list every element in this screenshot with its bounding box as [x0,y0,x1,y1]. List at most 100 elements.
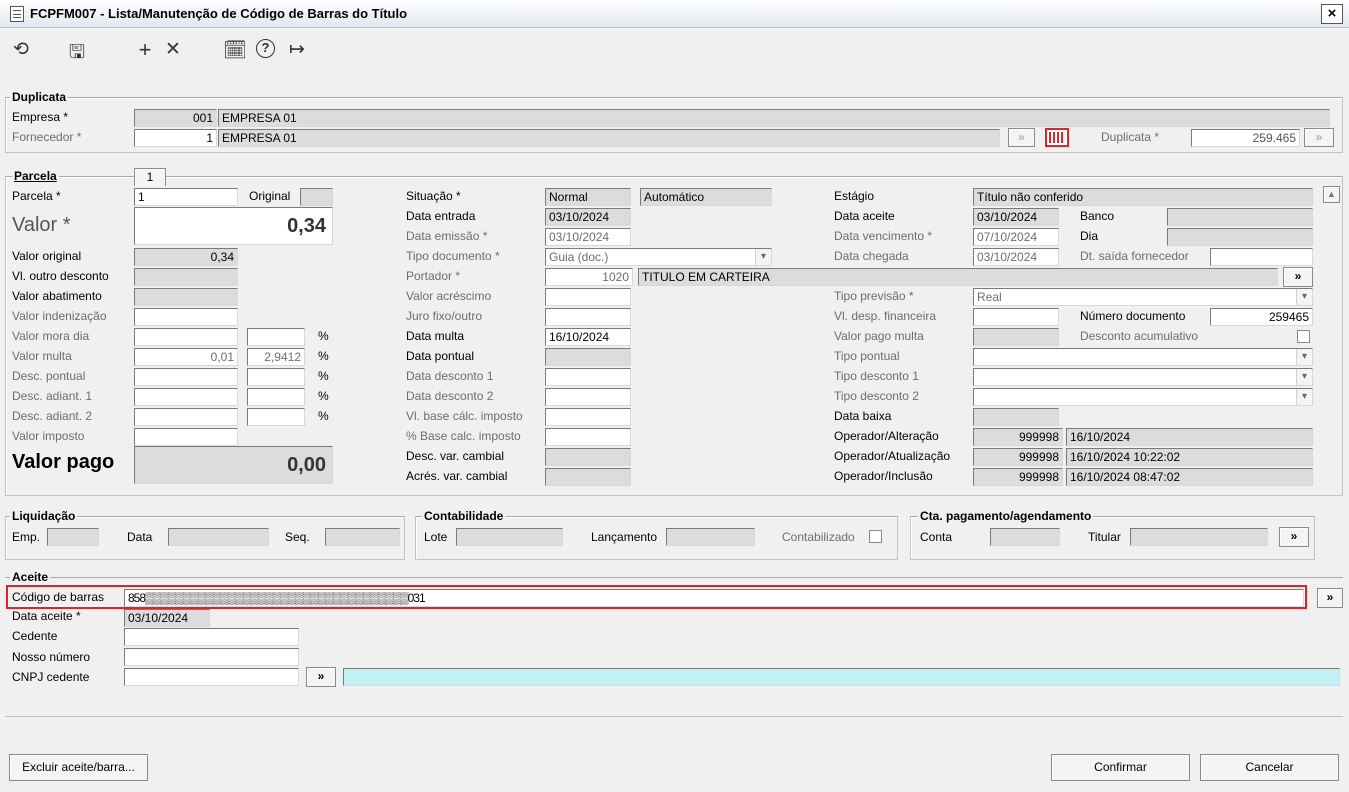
left-row-3-field[interactable] [134,308,238,326]
cedente-field[interactable] [124,628,299,646]
operador-atualizacao-date: 16/10/2024 10:22:02 [1066,448,1313,466]
delete-icon[interactable]: ✕ [160,38,186,61]
tipo-previsao-select[interactable]: Real ▾ [973,288,1313,306]
mid-row-3-field[interactable]: 1020 [545,268,633,286]
add-icon[interactable]: + [132,37,158,63]
mid-row-2-value: Guia (doc.) [549,250,609,264]
mid-row-12-field [545,448,631,466]
nosso-numero-field[interactable] [124,648,299,666]
left-row-4-percent-sign: % [318,329,329,343]
mid-row-5-field[interactable] [545,308,631,326]
mid-row-9-field[interactable] [545,388,631,406]
contabilizado-checkbox[interactable] [869,530,882,543]
lancamento-field [666,528,755,546]
original-label: Original [249,189,291,203]
empresa-code-field: 001 [134,109,217,127]
mid-row-3-value: 1020 [602,270,629,284]
chevron-down-icon[interactable]: ▾ [1296,349,1312,365]
data-chegada-field[interactable]: 03/10/2024 [973,248,1059,266]
cta-lookup-button[interactable]: » [1279,527,1309,547]
estagio-label: Estágio [834,189,875,203]
codigo-barras-lookup-button[interactable]: » [1317,588,1343,608]
left-row-9-field[interactable] [134,428,238,446]
situacao-extra-field: Automático [640,188,772,206]
confirmar-button[interactable]: Confirmar [1051,754,1190,781]
mid-row-2-label: Tipo documento * [406,249,500,263]
dt-saida-field[interactable] [1210,248,1313,266]
refresh-icon[interactable]: ⟲ [8,38,34,61]
codigo-barras-field[interactable]: 858▒▒▒▒▒▒▒▒▒▒▒▒▒▒▒▒▒▒▒▒▒▒▒▒▒▒▒▒▒▒▒▒▒▒▒03… [124,589,1304,607]
operador-inclusao-code: 999998 [973,468,1063,486]
chevron-down-icon[interactable]: ▾ [755,249,771,265]
data-chegada-label: Data chegada [834,249,909,263]
close-button[interactable]: × [1321,4,1343,24]
tipo-pontual-select[interactable]: ▾ [973,348,1313,366]
left-row-8-label: Desc. adiant. 2 [12,409,93,423]
help-icon[interactable]: ? [256,39,275,58]
scroll-up-icon[interactable]: ▲ [1323,186,1340,203]
mid-row-7-label: Data pontual [406,349,475,363]
left-row-5-field[interactable]: 0,01 [134,348,238,366]
save-icon[interactable]: 🖫 [64,38,90,70]
seq-field [325,528,400,546]
cancelar-button[interactable]: Cancelar [1200,754,1339,781]
mid-row-11-field[interactable] [545,428,631,446]
left-row-6-field[interactable] [134,368,238,386]
duplicata-field[interactable]: 259.465 [1191,129,1300,147]
fornecedor-code-field[interactable]: 1 [134,129,217,147]
mid-row-8-label: Data desconto 1 [406,369,494,383]
left-row-4-field[interactable] [134,328,238,346]
operador-alteracao-code: 999998 [973,428,1063,446]
parcela-scrollbar[interactable]: ▲ [1323,186,1340,486]
mid-row-10-label: Vl. base cálc. imposto [406,409,523,423]
chevron-down-icon[interactable]: ▾ [1296,369,1312,385]
left-row-6-percent-field[interactable] [247,368,305,386]
parcela-field[interactable]: 1 [134,188,238,206]
data-baixa-field [973,408,1059,426]
numero-documento-field[interactable]: 259465 [1210,308,1313,326]
left-row-4-percent-field[interactable] [247,328,305,346]
tipo-desconto-2-select[interactable]: ▾ [973,388,1313,406]
left-row-5-percent-field[interactable]: 2,9412 [247,348,305,366]
valor-label: Valor * [12,214,71,236]
lote-label: Lote [424,530,448,544]
valor-field[interactable]: 0,34 [134,207,333,245]
mid-row-10-field[interactable] [545,408,631,426]
mid-row-6-field[interactable]: 16/10/2024 [545,328,631,346]
left-row-8-field[interactable] [134,408,238,426]
vl-desp-field[interactable] [973,308,1059,326]
mid-row-5-label: Juro fixo/outro [406,309,483,323]
chevron-down-icon[interactable]: ▾ [1296,289,1312,305]
dia-label: Dia [1080,229,1099,243]
mid-row-13-label: Acrés. var. cambial [406,469,508,483]
data-vencimento-field[interactable]: 07/10/2024 [973,228,1059,246]
left-row-8-percent-field[interactable] [247,408,305,426]
desconto-acumulativo-checkbox[interactable] [1297,330,1310,343]
excluir-aceite-button[interactable]: Excluir aceite/barra... [9,754,148,781]
mid-row-1-field[interactable]: 03/10/2024 [545,228,631,246]
cnpj-cedente-field[interactable] [124,668,299,686]
empresa-label: Empresa * [12,110,69,124]
contabilizado-label: Contabilizado [782,530,855,544]
banco-field [1167,208,1313,226]
mid-row-4-field[interactable] [545,288,631,306]
mid-row-13-field [545,468,631,486]
chevron-down-icon[interactable]: ▾ [1296,389,1312,405]
left-row-7-percent-field[interactable] [247,388,305,406]
parcela-tab[interactable]: 1 [134,168,166,186]
aceite-title: Aceite [10,570,51,584]
calendar-icon[interactable]: 🗓 [222,38,248,62]
fornecedor-lookup-button[interactable]: » [1008,128,1035,147]
portador-lookup-button[interactable]: » [1283,267,1313,287]
mid-row-2-field[interactable]: Guia (doc.) ▾ [545,248,772,266]
exit-icon[interactable]: ↦ [284,38,310,61]
calendar-grid-icon[interactable] [1045,128,1069,147]
tipo-desconto-1-select[interactable]: ▾ [973,368,1313,386]
cnpj-lookup-button[interactable]: » [306,667,336,687]
left-row-7-field[interactable] [134,388,238,406]
left-row-7-percent-sign: % [318,389,329,403]
liquidacao-title: Liquidação [10,509,78,523]
banco-label: Banco [1080,209,1115,223]
mid-row-8-field[interactable] [545,368,631,386]
duplicata-lookup-button[interactable]: » [1304,128,1334,147]
